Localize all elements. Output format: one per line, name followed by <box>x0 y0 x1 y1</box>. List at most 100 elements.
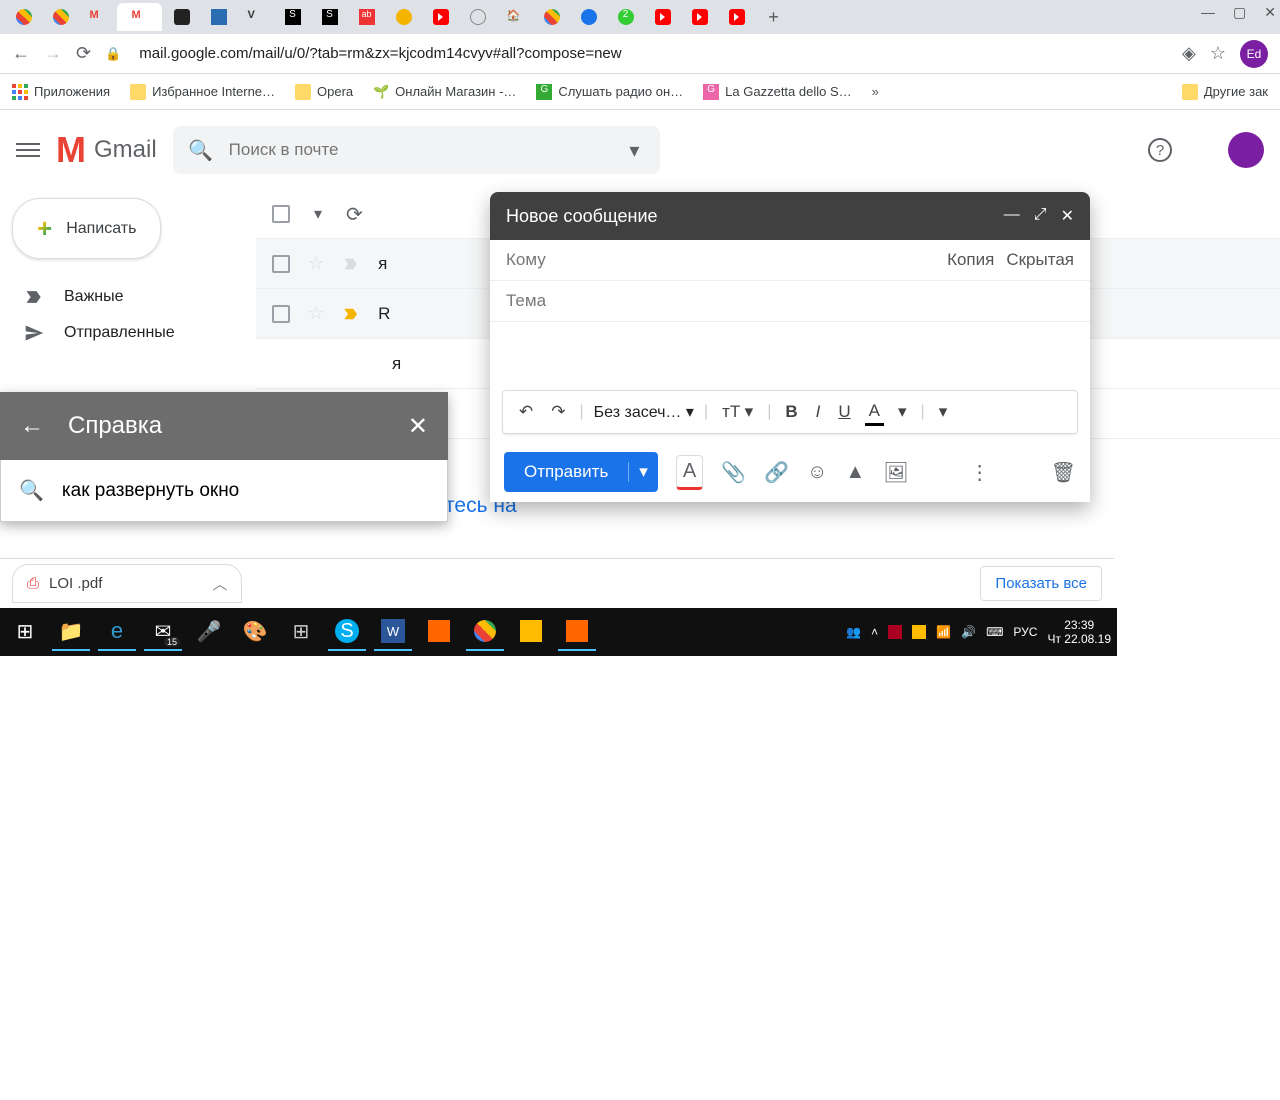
app-orange-icon[interactable] <box>420 613 458 651</box>
compose-close-icon[interactable]: ✕ <box>1061 206 1074 226</box>
link-icon[interactable]: 🔗 <box>764 460 789 485</box>
cc-link[interactable]: Копия <box>947 250 994 270</box>
text-color-icon[interactable]: A <box>865 399 884 426</box>
bookmark-4[interactable]: GLa Gazzetta dello S… <box>703 84 851 100</box>
explorer-icon[interactable]: 📁 <box>52 613 90 651</box>
foxit-icon[interactable] <box>558 613 596 651</box>
bat-icon[interactable] <box>512 613 550 651</box>
compose-minimize-icon[interactable]: — <box>1004 206 1020 226</box>
window-minimize[interactable]: — <box>1201 4 1215 21</box>
undo-icon[interactable]: ↶ <box>515 400 537 424</box>
paint-icon[interactable]: 🎨 <box>236 613 274 651</box>
tab-yt4[interactable] <box>719 3 754 31</box>
edge-icon[interactable]: e <box>98 613 136 651</box>
tab-google2[interactable] <box>534 3 569 31</box>
tab-contact[interactable] <box>571 3 606 31</box>
other-bookmarks[interactable]: Другие зак <box>1182 84 1268 100</box>
skype-icon[interactable]: S <box>328 613 366 651</box>
tab-generic-1[interactable] <box>164 3 199 31</box>
tab-generic-2[interactable] <box>201 3 236 31</box>
tab-yt3[interactable] <box>682 3 717 31</box>
italic-icon[interactable]: I <box>812 400 825 424</box>
tab-translate[interactable] <box>6 3 41 31</box>
format-toggle-icon[interactable]: A <box>676 455 703 490</box>
search-input[interactable] <box>229 140 645 160</box>
volume-icon[interactable]: 🔊 <box>961 625 976 639</box>
keyboard-icon[interactable]: ⌨ <box>986 625 1003 639</box>
wifi-icon[interactable]: 📶 <box>936 625 951 639</box>
nav-back-icon[interactable]: ← <box>12 43 30 64</box>
bookmark-1[interactable]: Opera <box>295 84 353 100</box>
support-icon[interactable]: ? <box>1148 138 1172 162</box>
compose-button[interactable]: + Написать <box>12 198 161 259</box>
show-all-downloads[interactable]: Показать все <box>980 566 1102 601</box>
calculator-icon[interactable]: ⊞ <box>282 613 320 651</box>
language-indicator[interactable]: РУС <box>1013 625 1037 639</box>
discard-icon[interactable]: 🗑 <box>1051 460 1076 485</box>
row-checkbox[interactable] <box>272 255 290 273</box>
label-icon[interactable] <box>342 305 360 323</box>
tray-app-icon[interactable] <box>888 625 902 639</box>
nav-forward-icon[interactable]: → <box>44 43 62 64</box>
help-close-icon[interactable]: ✕ <box>408 412 428 441</box>
compose-header[interactable]: Новое сообщение — ⤢ ✕ <box>490 192 1090 240</box>
tab-s2[interactable]: S <box>312 3 347 31</box>
menu-button[interactable] <box>16 139 40 161</box>
select-dropdown-icon[interactable]: ▾ <box>314 204 322 224</box>
row-checkbox[interactable] <box>272 305 290 323</box>
url-field[interactable]: mail.google.com/mail/u/0/?tab=rm&zx=kjco… <box>139 45 1168 62</box>
google-apps-icon[interactable] <box>1188 138 1212 162</box>
star-icon[interactable]: ☆ <box>308 303 324 324</box>
subject-row[interactable]: Тема <box>490 281 1090 322</box>
clock[interactable]: 23:39 Чт 22.08.19 <box>1047 618 1111 647</box>
word-icon[interactable]: W <box>374 613 412 651</box>
bookmark-2[interactable]: 🌱Онлайн Магазин -… <box>373 84 516 100</box>
sidebar-item-sent[interactable]: Отправленные <box>8 315 248 351</box>
chrome-icon[interactable] <box>466 613 504 651</box>
tab-yt2[interactable] <box>645 3 680 31</box>
nav-reload-icon[interactable]: ⟳ <box>76 43 91 64</box>
mail-icon[interactable]: ✉15 <box>144 613 182 651</box>
window-maximize[interactable]: ▢ <box>1233 4 1246 21</box>
tab-gmail-1[interactable]: M <box>80 3 115 31</box>
tab-google[interactable] <box>43 3 78 31</box>
compose-expand-icon[interactable]: ⤢ <box>1034 206 1047 226</box>
mic-icon[interactable]: 🎤 <box>190 613 228 651</box>
search-options-icon[interactable]: ▾ <box>622 138 646 162</box>
tray-bat-icon[interactable] <box>912 625 926 639</box>
tab-yt1[interactable] <box>423 3 458 31</box>
people-icon[interactable]: 👥 <box>846 625 861 639</box>
search-icon[interactable]: 🔍 <box>189 138 213 162</box>
download-chip[interactable]: ⎙ LOI .pdf ︿ <box>12 564 242 603</box>
compose-body[interactable] <box>490 322 1090 382</box>
tab-green[interactable]: 2 <box>608 3 643 31</box>
new-tab-button[interactable]: + <box>756 3 791 31</box>
gmail-logo[interactable]: M Gmail <box>56 129 157 171</box>
bookmark-3[interactable]: GСлушать радио он… <box>536 84 683 100</box>
sidebar-item-important[interactable]: Важные <box>8 279 248 315</box>
to-row[interactable]: Кому Копия Скрытая <box>490 240 1090 281</box>
star-icon[interactable]: ☆ <box>308 253 324 274</box>
help-search-input[interactable] <box>62 480 429 502</box>
more-options-icon[interactable]: ⋮ <box>970 460 990 485</box>
emoji-icon[interactable]: ☺ <box>807 461 827 484</box>
start-button[interactable]: ⊞ <box>6 613 44 651</box>
image-icon[interactable]: 🖼 <box>883 460 908 485</box>
window-close[interactable]: ✕ <box>1264 4 1276 21</box>
redo-icon[interactable]: ↷ <box>547 400 569 424</box>
send-button[interactable]: Отправить ▾ <box>504 452 658 492</box>
profile-avatar[interactable]: Ed <box>1240 40 1268 68</box>
label-icon[interactable] <box>342 255 360 273</box>
font-select[interactable]: Без засеч… ▾ <box>594 402 694 422</box>
chevron-up-icon[interactable]: ︿ <box>212 573 227 594</box>
select-all-checkbox[interactable] <box>272 205 290 223</box>
tab-s1[interactable]: S <box>275 3 310 31</box>
bcc-link[interactable]: Скрытая <box>1006 250 1074 270</box>
star-icon[interactable]: ☆ <box>1210 43 1226 64</box>
search-box[interactable]: 🔍 ▾ <box>173 126 661 174</box>
tray-chevron-icon[interactable]: ˄ <box>871 625 878 639</box>
bookmark-0[interactable]: Избранное Interne… <box>130 84 275 100</box>
tab-yellow[interactable] <box>386 3 421 31</box>
more-format-icon[interactable]: ▾ <box>935 400 952 424</box>
refresh-icon[interactable]: ⟳ <box>346 202 363 227</box>
